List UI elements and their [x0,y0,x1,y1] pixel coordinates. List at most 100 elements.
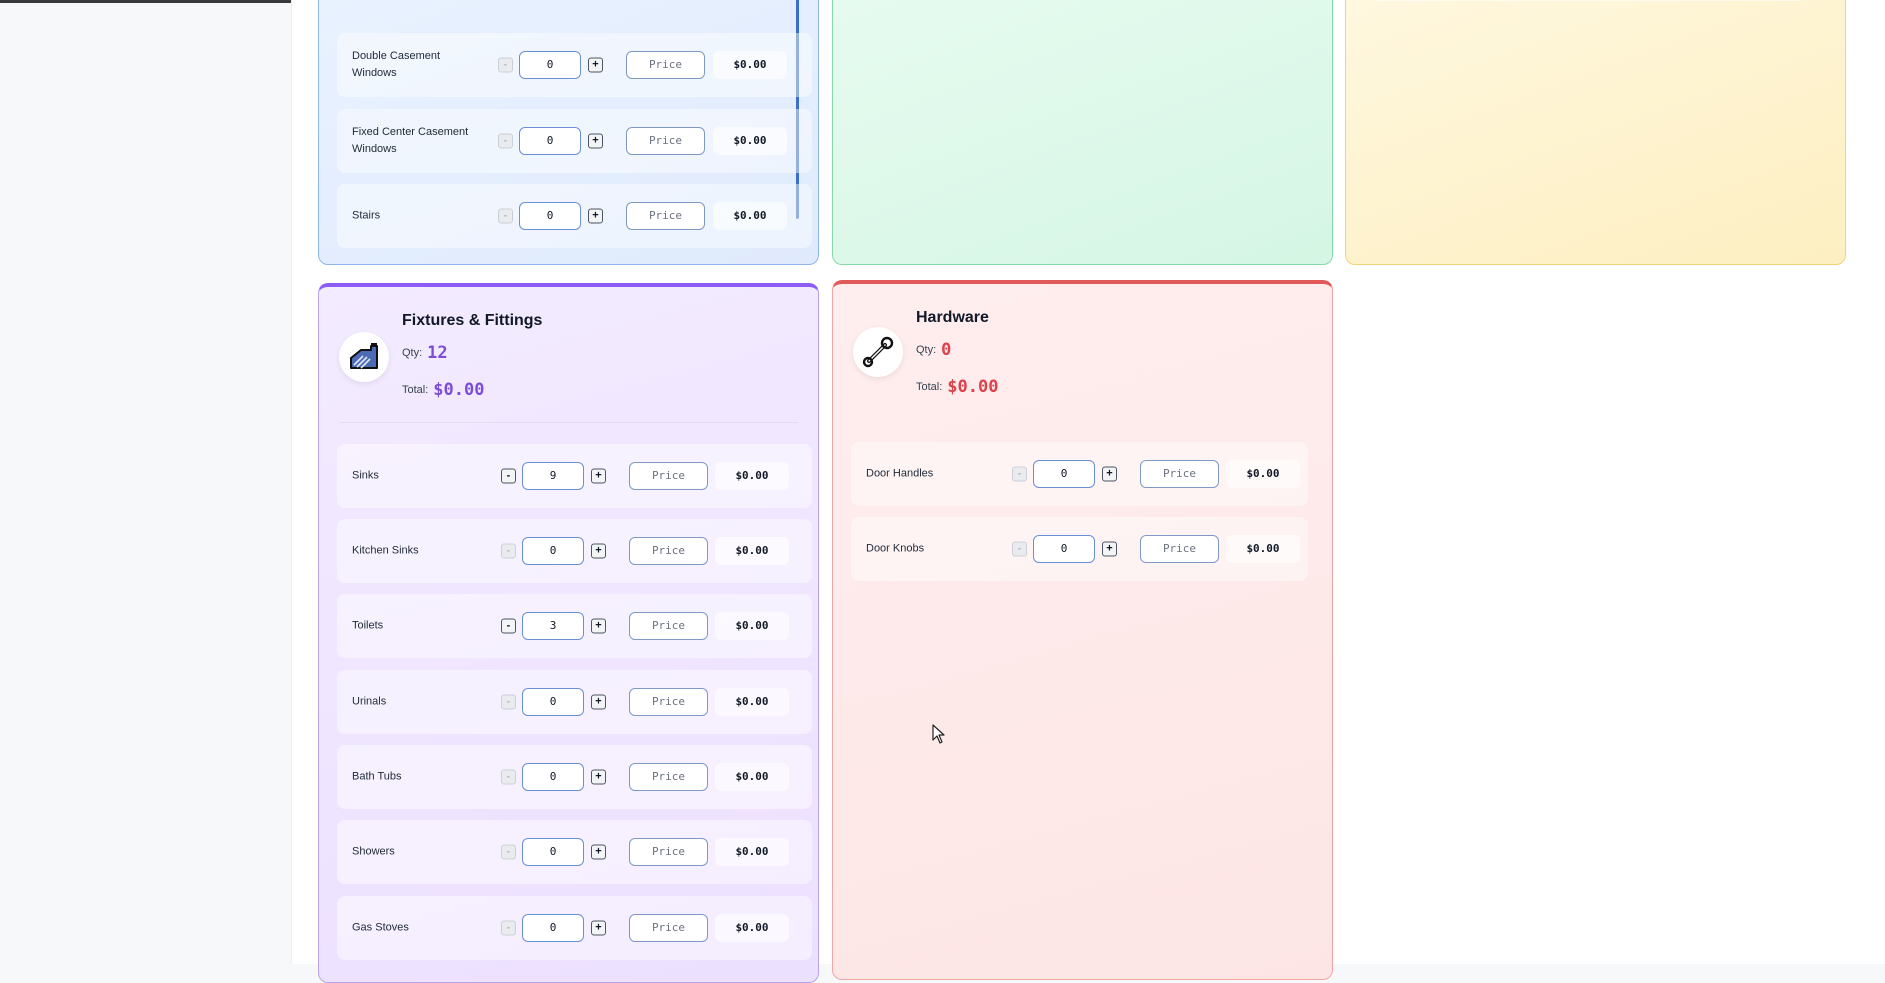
list-item: Showers - 0 + Price $0.00 [337,820,812,884]
decrement-button[interactable]: - [501,694,516,710]
list-item: Urinals - 0 + Price $0.00 [337,670,812,734]
list-item: Door Knobs - 0 + Price $0.00 [851,517,1308,581]
mouse-cursor-icon [932,724,945,744]
increment-button[interactable]: + [591,844,606,860]
decrement-button[interactable]: - [501,769,516,785]
decrement-button[interactable]: - [1012,541,1027,557]
category-qty: Qty: 0 [916,340,951,360]
quantity-input[interactable]: 0 [1033,535,1095,563]
item-label: Urinals [352,695,387,708]
item-label: Sinks [352,469,379,482]
list-item: Stairs - 0 + Price $0.00 [337,184,812,248]
list-item: Bath Tubs - 0 + Price $0.00 [337,745,812,809]
price-input[interactable]: Price [629,763,708,791]
increment-button[interactable]: + [591,694,606,710]
quantity-input[interactable]: 0 [1033,460,1095,488]
qty-value: 0 [941,340,952,360]
decrement-button[interactable]: - [1012,466,1027,482]
category-card-green [832,0,1333,265]
card-header: Fixtures & Fittings Qty: 12 Total: $0.00 [319,287,818,427]
item-label: Gas Stoves [352,921,409,934]
increment-button[interactable]: + [591,618,606,634]
card-row-fragment [1369,0,1809,1]
card-header: Hardware Qty: 0 Total: $0.00 [833,284,1332,424]
item-label: Door Handles [866,467,934,480]
increment-button[interactable]: + [591,920,606,936]
decrement-button[interactable]: - [501,920,516,936]
line-amount: $0.00 [713,51,787,79]
price-input[interactable]: Price [629,914,708,942]
list-item: Sinks - 9 + Price $0.00 [337,444,812,508]
increment-button[interactable]: + [591,468,606,484]
line-amount: $0.00 [713,202,787,230]
price-input[interactable]: Price [1140,535,1219,563]
category-total: Total: $0.00 [916,377,998,397]
decrement-button[interactable]: - [498,208,513,224]
price-input[interactable]: Price [626,127,705,155]
item-label: Bath Tubs [352,770,402,783]
total-value: $0.00 [433,380,485,400]
line-amount: $0.00 [715,688,789,716]
quantity-input[interactable]: 0 [522,914,584,942]
increment-button[interactable]: + [591,543,606,559]
line-amount: $0.00 [715,612,789,640]
line-amount: $0.00 [715,763,789,791]
total-label: Total: [402,384,429,396]
increment-button[interactable]: + [588,208,603,224]
category-total: Total: $0.00 [402,380,484,400]
line-amount: $0.00 [715,914,789,942]
price-input[interactable]: Price [626,202,705,230]
qty-label: Qty: [402,347,423,359]
item-label: Double Casement Windows [352,50,441,79]
item-label: Stairs [352,209,381,222]
decrement-button[interactable]: - [498,57,513,73]
quantity-input[interactable]: 3 [522,612,584,640]
category-card-hardware: Hardware Qty: 0 Total: $0.00 Door Handles … [832,280,1333,980]
price-input[interactable]: Price [1140,460,1219,488]
price-input[interactable]: Price [629,688,708,716]
quantity-input[interactable]: 0 [519,202,581,230]
list-item: Toilets - 3 + Price $0.00 [337,594,812,658]
list-item: Double Casement Windows - 0 + Price $0.0… [337,33,812,97]
price-input[interactable]: Price [629,537,708,565]
decrement-button[interactable]: - [501,543,516,559]
qty-value: 12 [427,343,448,363]
quantity-input[interactable]: 0 [522,838,584,866]
line-amount: $0.00 [715,838,789,866]
category-qty: Qty: 12 [402,343,448,363]
price-input[interactable]: Price [626,51,705,79]
increment-button[interactable]: + [588,57,603,73]
price-input[interactable]: Price [629,612,708,640]
quantity-input[interactable]: 0 [522,537,584,565]
increment-button[interactable]: + [1102,466,1117,482]
total-label: Total: [916,381,943,393]
item-label: Fixed Center Casement Windows [352,126,469,155]
quantity-input[interactable]: 0 [519,127,581,155]
increment-button[interactable]: + [1102,541,1117,557]
decrement-button[interactable]: - [498,133,513,149]
quantity-input[interactable]: 0 [522,688,584,716]
line-amount: $0.00 [1226,460,1300,488]
decrement-button[interactable]: - [501,844,516,860]
qty-label: Qty: [916,344,937,356]
card-title: Fixtures & Fittings [402,312,543,329]
quantity-input[interactable]: 0 [522,763,584,791]
increment-button[interactable]: + [588,133,603,149]
faucet-icon [339,332,389,382]
decrement-button[interactable]: - [501,468,516,484]
increment-button[interactable]: + [591,769,606,785]
item-label: Toilets [352,619,384,632]
wrench-icon [853,327,903,377]
item-label: Door Knobs [866,542,925,555]
list-item: Gas Stoves - 0 + Price $0.00 [337,896,812,960]
item-label: Showers [352,845,395,858]
price-input[interactable]: Price [629,838,708,866]
quantity-input[interactable]: 9 [522,462,584,490]
line-amount: $0.00 [715,462,789,490]
list-item: Fixed Center Casement Windows - 0 + Pric… [337,109,812,173]
decrement-button[interactable]: - [501,618,516,634]
category-card-fixtures: Fixtures & Fittings Qty: 12 Total: $0.00 S… [318,283,819,983]
category-card-yellow [1345,0,1846,265]
price-input[interactable]: Price [629,462,708,490]
quantity-input[interactable]: 0 [519,51,581,79]
